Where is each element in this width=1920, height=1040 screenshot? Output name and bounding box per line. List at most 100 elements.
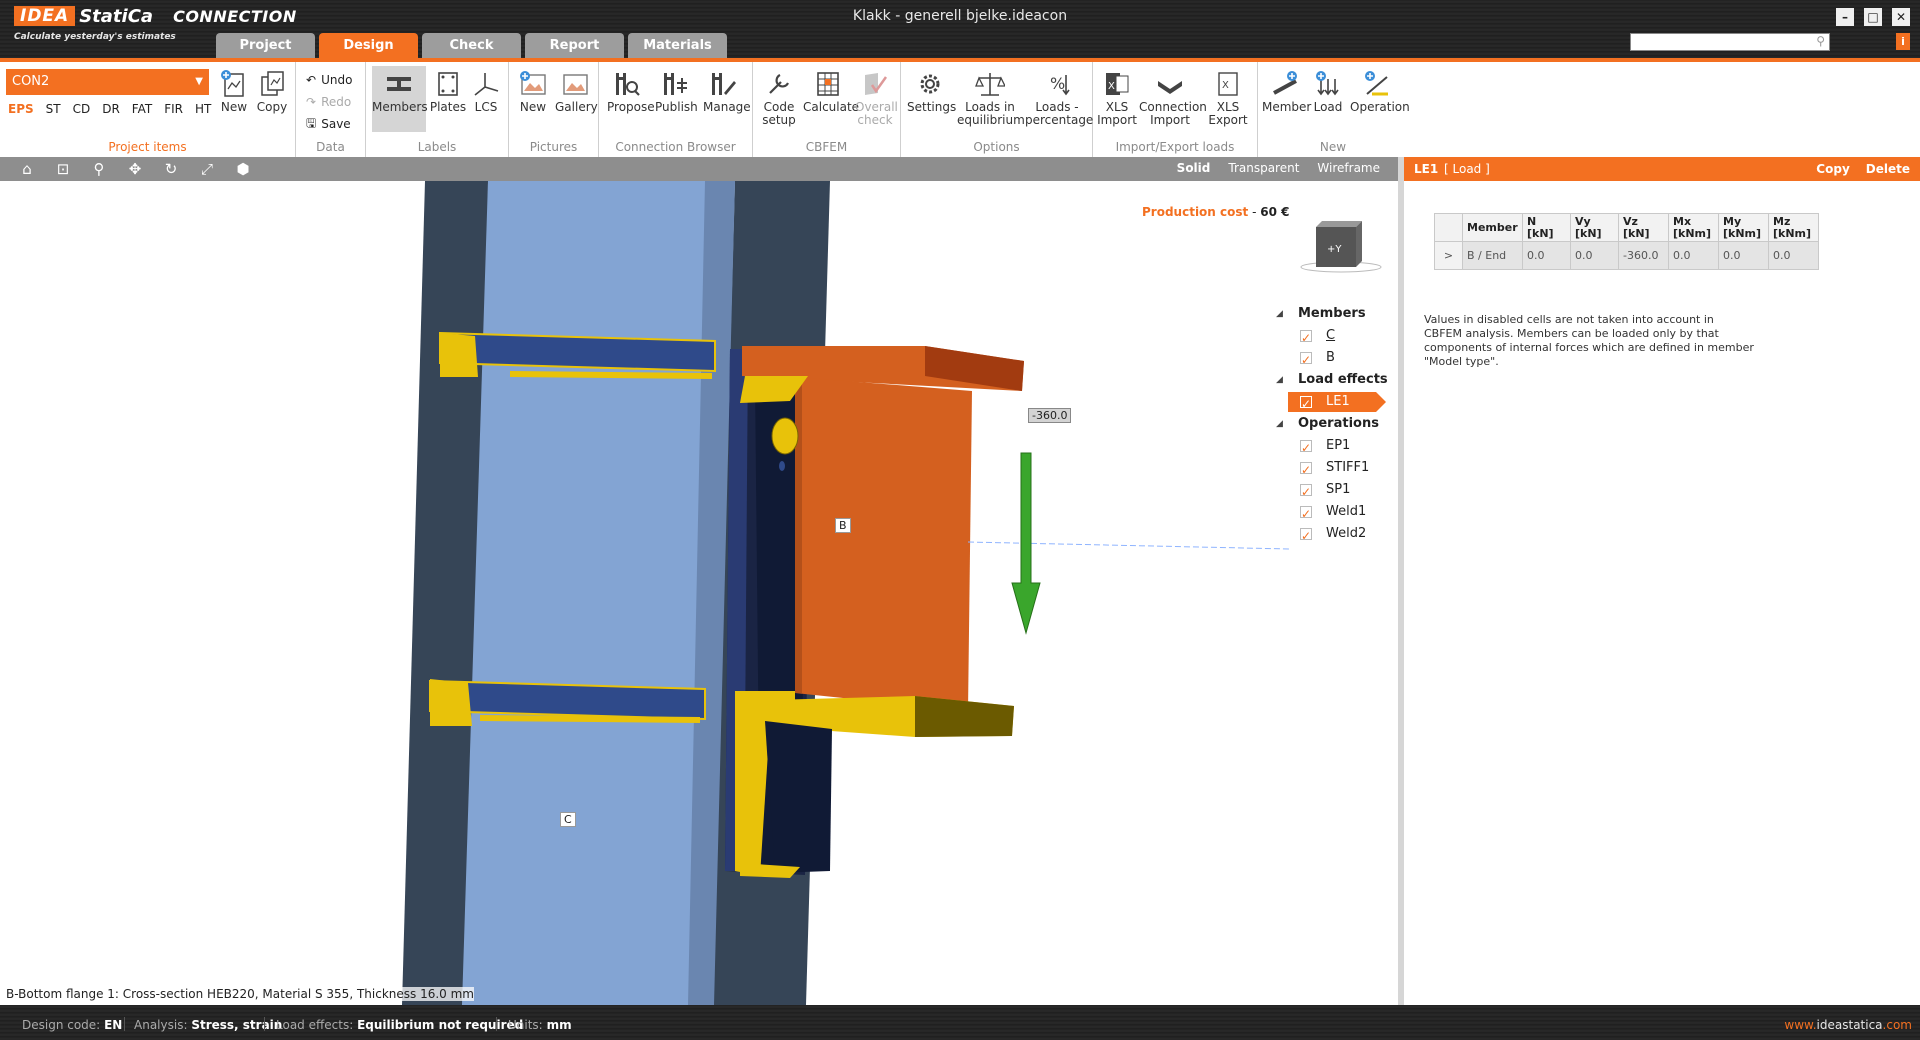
cell-my[interactable]: 0.0 xyxy=(1718,241,1769,270)
std-ht[interactable]: HT xyxy=(195,102,211,116)
members-label-button[interactable]: Members xyxy=(372,66,428,132)
maximize-icon[interactable]: □ xyxy=(1864,8,1882,26)
checkbox-stiff1[interactable] xyxy=(1300,459,1312,481)
tree-item-weld1[interactable]: Weld1 xyxy=(1272,501,1392,525)
minimize-icon[interactable]: – xyxy=(1836,8,1854,26)
std-cd[interactable]: CD xyxy=(73,102,91,116)
tab-design[interactable]: Design xyxy=(319,33,418,58)
tree-item-ep1[interactable]: EP1 xyxy=(1272,435,1392,459)
search-input[interactable]: ⚲ xyxy=(1630,33,1830,51)
delete-load-button[interactable]: Delete xyxy=(1866,162,1910,176)
manage-button[interactable]: Manage xyxy=(703,66,751,132)
propose-button[interactable]: Propose xyxy=(607,66,655,132)
tree-item-sp1[interactable]: SP1 xyxy=(1272,479,1392,503)
header-member: Member xyxy=(1462,213,1523,242)
copy-item-button[interactable]: Copy xyxy=(252,66,292,132)
settings-button[interactable]: Settings xyxy=(907,66,956,132)
loads-equilibrium-button[interactable]: Loads in equilibrium xyxy=(957,66,1025,132)
collapse-triangle-icon[interactable]: ◢ xyxy=(1276,413,1283,435)
tree-item-weld2[interactable]: Weld2 xyxy=(1272,523,1392,547)
collapse-triangle-icon[interactable]: ◢ xyxy=(1276,303,1283,325)
zoom-icon[interactable]: ⚲ xyxy=(90,161,108,177)
plates-label-button[interactable]: Plates xyxy=(428,66,468,132)
table-row[interactable]: > B / End 0.0 0.0 -360.0 0.0 0.0 0.0 xyxy=(1434,241,1819,270)
bolt-head[interactable] xyxy=(771,417,799,455)
tab-project[interactable]: Project xyxy=(216,33,315,58)
cell-mz[interactable]: 0.0 xyxy=(1768,241,1819,270)
tree-item-b[interactable]: B xyxy=(1272,347,1392,371)
stiffener-top-weld-left[interactable] xyxy=(440,333,478,377)
std-st[interactable]: ST xyxy=(46,102,61,116)
checkbox-c[interactable] xyxy=(1300,327,1312,349)
website-link[interactable]: www.ideastatica.com xyxy=(1784,1018,1912,1032)
row-expand-icon[interactable]: > xyxy=(1434,241,1463,270)
header-mx: Mx [kNm] xyxy=(1668,213,1719,242)
tree-header-load-effects[interactable]: ◢ Load effects xyxy=(1272,369,1392,391)
calculate-button[interactable]: Calculate xyxy=(803,66,859,132)
pan-icon[interactable]: ✥ xyxy=(126,161,144,177)
connection-model[interactable] xyxy=(0,181,1398,1005)
std-eps[interactable]: EPS xyxy=(8,102,34,116)
cell-mx[interactable]: 0.0 xyxy=(1668,241,1719,270)
collapse-triangle-icon[interactable]: ◢ xyxy=(1276,369,1283,391)
tree-item-c[interactable]: C xyxy=(1272,325,1392,349)
cell-vy[interactable]: 0.0 xyxy=(1570,241,1619,270)
group-label-pictures: Pictures xyxy=(529,140,578,154)
checkbox-sp1[interactable] xyxy=(1300,481,1312,503)
new-picture-button[interactable]: New xyxy=(513,66,553,132)
rotate-icon[interactable]: ↻ xyxy=(162,161,180,177)
redo-button[interactable]: ↷ Redo xyxy=(306,92,351,112)
close-icon[interactable]: ✕ xyxy=(1892,8,1910,26)
beam-web[interactable] xyxy=(795,377,972,711)
tree-item-stiff1[interactable]: STIFF1 xyxy=(1272,457,1392,481)
checkbox-ep1[interactable] xyxy=(1300,437,1312,459)
std-dr[interactable]: DR xyxy=(102,102,120,116)
checkbox-weld1[interactable] xyxy=(1300,503,1312,525)
production-cost-label: Production cost xyxy=(1142,205,1249,219)
zoom-window-icon[interactable]: ⊡ xyxy=(54,161,72,177)
info-icon[interactable]: i xyxy=(1896,33,1910,50)
publish-button[interactable]: Publish xyxy=(655,66,698,132)
eraser-icon[interactable]: ⬢ xyxy=(234,161,252,177)
overall-check-button[interactable]: Overall check xyxy=(855,66,898,132)
std-fat[interactable]: FAT xyxy=(132,102,152,116)
fit-icon[interactable]: ⤢ xyxy=(198,161,216,177)
new-item-button[interactable]: New xyxy=(214,66,254,132)
xls-export-label-2: Export xyxy=(1208,113,1248,127)
new-operation-button[interactable]: Operation xyxy=(1350,66,1410,132)
cell-member[interactable]: B / End xyxy=(1462,241,1523,270)
connection-select[interactable]: CON2 ▼ xyxy=(6,69,209,95)
lcs-label-button[interactable]: LCS xyxy=(466,66,506,132)
home-icon[interactable]: ⌂ xyxy=(18,161,36,177)
tree-item-le1[interactable]: LE1 xyxy=(1272,391,1392,415)
checkbox-b[interactable] xyxy=(1300,349,1312,371)
code-setup-button[interactable]: Code setup xyxy=(759,66,799,132)
std-fir[interactable]: FIR xyxy=(164,102,183,116)
loads-percentage-button[interactable]: % Loads - percentage xyxy=(1025,66,1093,132)
tab-materials[interactable]: Materials xyxy=(628,33,727,58)
save-button[interactable]: 🖫 Save xyxy=(306,114,351,134)
checkbox-weld2[interactable] xyxy=(1300,525,1312,547)
xls-export-button[interactable]: X XLS Export xyxy=(1205,66,1251,132)
3d-viewport[interactable]: -360.0 B C Production cost - 60 € +Y ◢ M… xyxy=(0,181,1398,1005)
tab-report[interactable]: Report xyxy=(525,33,624,58)
new-load-button[interactable]: Load xyxy=(1308,66,1348,132)
tree-header-members[interactable]: ◢ Members xyxy=(1272,303,1392,325)
new-member-button[interactable]: Member xyxy=(1262,66,1311,132)
mode-transparent[interactable]: Transparent xyxy=(1228,161,1299,175)
mode-wireframe[interactable]: Wireframe xyxy=(1317,161,1380,175)
gallery-button[interactable]: Gallery xyxy=(555,66,598,132)
navigation-cube[interactable]: +Y xyxy=(1296,217,1386,287)
connection-import-button[interactable]: Connection Import xyxy=(1139,66,1207,132)
tree-header-operations[interactable]: ◢ Operations xyxy=(1272,413,1392,435)
cell-vz[interactable]: -360.0 xyxy=(1618,241,1669,270)
mode-solid[interactable]: Solid xyxy=(1177,161,1211,175)
copy-load-button[interactable]: Copy xyxy=(1816,162,1849,176)
xls-import-button[interactable]: X XLS Import xyxy=(1097,66,1137,132)
tab-check[interactable]: Check xyxy=(422,33,521,58)
group-label-import-export: Import/Export loads xyxy=(1115,140,1235,154)
stiffener-bottom-weld-left[interactable] xyxy=(430,679,472,726)
undo-button[interactable]: ↶ Undo xyxy=(306,70,352,90)
cell-n[interactable]: 0.0 xyxy=(1522,241,1571,270)
checkbox-le1[interactable] xyxy=(1300,393,1312,415)
